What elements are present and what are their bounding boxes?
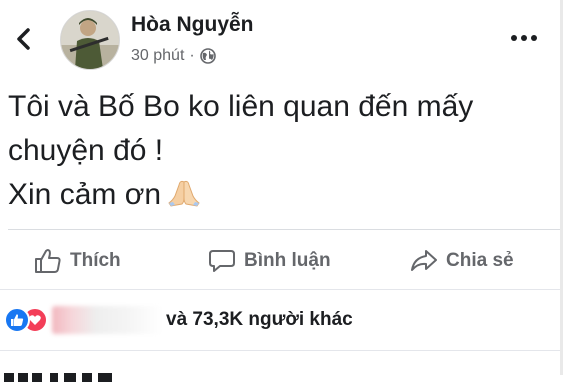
divider xyxy=(8,229,563,230)
thumbs-up-icon xyxy=(35,249,61,273)
cut-off-text xyxy=(4,373,112,382)
comment-label: Bình luận xyxy=(244,250,331,271)
share-button[interactable]: Chia sẻ xyxy=(410,238,514,284)
divider xyxy=(0,350,563,351)
avatar[interactable] xyxy=(60,10,120,70)
share-label: Chia sẻ xyxy=(446,250,514,271)
post-actions-bar: Thích Bình luận Chia sẻ xyxy=(0,238,563,284)
globe-icon xyxy=(199,48,216,64)
post-text-line-content: Xin cảm ơn xyxy=(8,178,162,211)
folded-hands-emoji xyxy=(167,177,201,221)
back-button[interactable] xyxy=(6,22,40,56)
reaction-count-text: và 73,3K người khác xyxy=(166,309,353,330)
chevron-left-icon xyxy=(17,28,30,50)
post-text-line: Xin cảm ơn xyxy=(8,173,553,221)
avatar-photo xyxy=(61,11,119,69)
share-arrow-icon xyxy=(411,250,437,271)
comment-bubble-icon xyxy=(209,250,235,272)
meta-separator: · xyxy=(189,47,195,64)
post-meta: 30 phút · xyxy=(131,47,216,65)
facebook-post: Hòa Nguyễn 30 phút · Tôi và Bố Bo ko liê… xyxy=(0,0,563,382)
post-text-line: Tôi và Bố Bo ko liên quan đến mấy xyxy=(8,90,474,123)
more-options-button[interactable] xyxy=(504,23,544,53)
comments-count-text[interactable] xyxy=(4,366,124,388)
divider xyxy=(0,289,563,290)
comment-button[interactable]: Bình luận xyxy=(208,238,331,284)
post-text: Tôi và Bố Bo ko liên quan đến mấy chuyện… xyxy=(8,85,553,221)
reactions-summary[interactable]: và 73,3K người khác xyxy=(4,304,353,336)
author-name[interactable]: Hòa Nguyễn xyxy=(131,13,254,37)
blurred-names xyxy=(52,306,162,334)
more-horizontal-icon xyxy=(511,35,537,41)
like-reaction-icon xyxy=(4,307,30,333)
post-text-line: chuyện đó ! xyxy=(8,134,164,167)
like-button[interactable]: Thích xyxy=(34,238,121,284)
post-timestamp[interactable]: 30 phút xyxy=(131,47,184,65)
like-label: Thích xyxy=(70,250,121,271)
